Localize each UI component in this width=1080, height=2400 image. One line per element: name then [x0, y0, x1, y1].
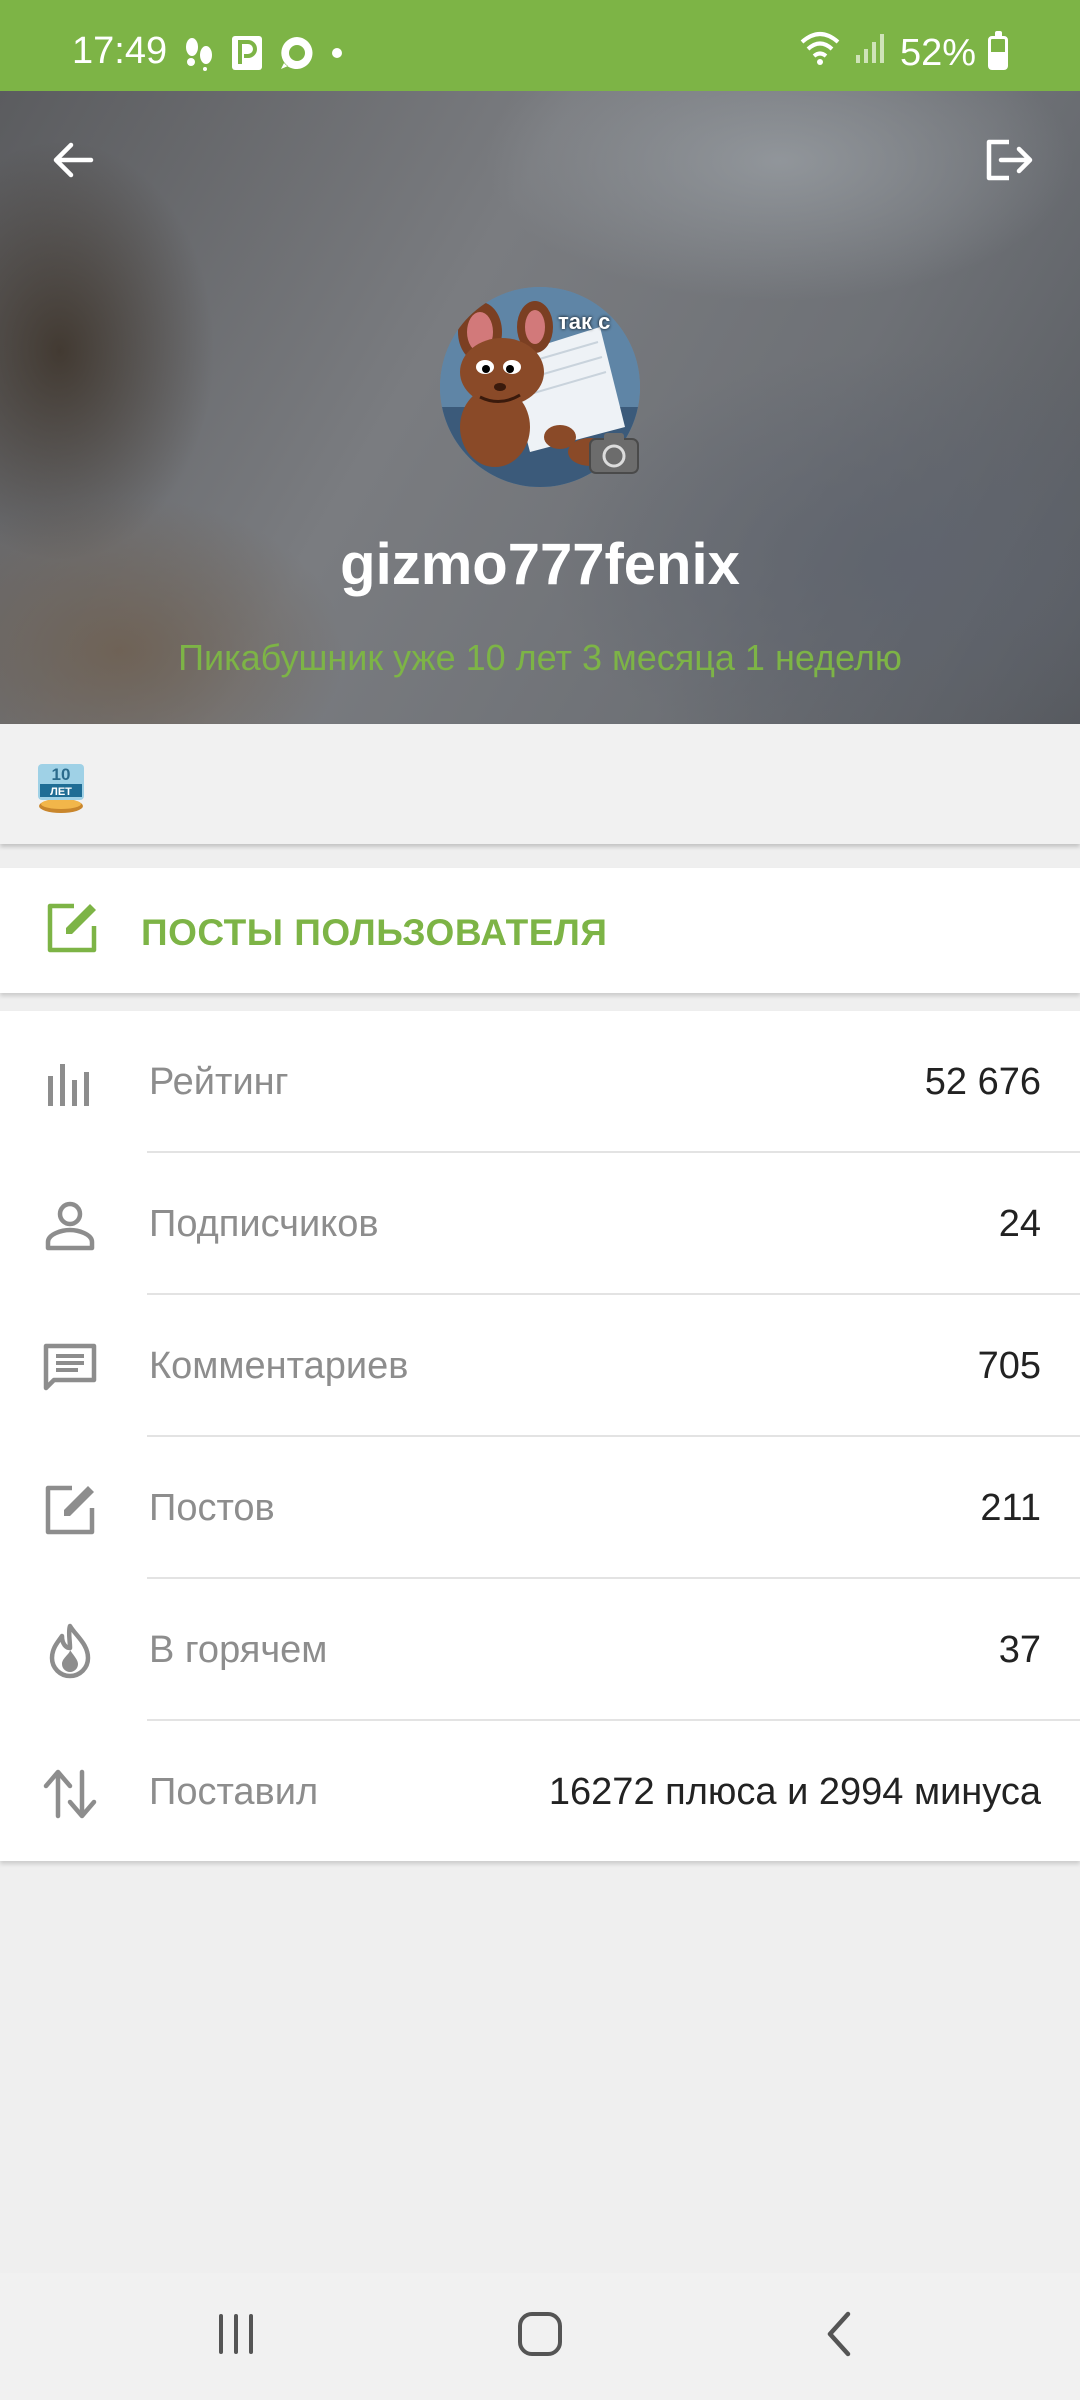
awards-bar: 10 ЛЕТ [0, 724, 1080, 844]
stat-label: Комментариев [149, 1345, 409, 1387]
award-badge-10-years[interactable]: 10 ЛЕТ [34, 754, 88, 814]
avatar-caption: так с [558, 309, 611, 334]
edit-icon [44, 900, 100, 956]
camera-icon[interactable] [588, 431, 640, 475]
logout-icon [983, 136, 1035, 189]
recents-button[interactable] [196, 2301, 276, 2371]
status-bar: 17:49 52% [0, 0, 1080, 91]
award-badge-number: 10 [52, 765, 71, 784]
system-icons: 52% [798, 30, 1008, 76]
recents-icon [213, 2312, 259, 2361]
stat-label: Подписчиков [149, 1203, 379, 1245]
person-icon [40, 1196, 100, 1256]
notification-icons [182, 34, 344, 77]
bar-chart-icon [40, 1054, 100, 1114]
stat-row-votes: Поставил 16272 плюса и 2994 минуса [0, 1721, 1080, 1863]
back-nav-button[interactable] [800, 2301, 880, 2371]
stat-row-hot: В горячем 37 [0, 1579, 1080, 1721]
stat-label: Постов [149, 1487, 275, 1529]
stat-row-subscribers: Подписчиков 24 [0, 1153, 1080, 1295]
comment-icon [40, 1338, 100, 1398]
stat-label: В горячем [149, 1629, 328, 1671]
stat-row-comments: Комментариев 705 [0, 1295, 1080, 1437]
stat-row-posts: Постов 211 [0, 1437, 1080, 1579]
home-icon [516, 2310, 564, 2363]
stat-value: 52 676 [924, 1061, 1041, 1103]
signal-icon [854, 31, 888, 75]
battery-level [991, 52, 1005, 67]
avatar-button[interactable]: так с [440, 287, 640, 487]
stat-label: Рейтинг [149, 1061, 289, 1103]
edit-icon [40, 1480, 100, 1540]
parking-icon [230, 34, 264, 77]
battery-icon [988, 31, 1008, 70]
dot-icon [330, 46, 344, 65]
stat-value: 16272 плюса и 2994 минуса [548, 1771, 1041, 1813]
stat-label: Поставил [149, 1771, 319, 1813]
status-time: 17:49 [72, 30, 168, 72]
tenure-text: Пикабушник уже 10 лет 3 месяца 1 неделю [178, 637, 902, 678]
username: gizmo777fenix [340, 532, 740, 597]
chat-bubble-icon [278, 34, 316, 77]
stat-value: 211 [980, 1487, 1041, 1529]
user-posts-label: ПОСТЫ ПОЛЬЗОВАТЕЛЯ [141, 912, 608, 953]
flame-icon [40, 1622, 100, 1682]
arrows-up-down-icon [40, 1764, 100, 1824]
stat-row-rating: Рейтинг 52 676 [0, 1011, 1080, 1153]
system-nav-bar [0, 2273, 1080, 2400]
award-badge-text: ЛЕТ [50, 786, 72, 798]
chevron-left-icon [822, 2310, 858, 2363]
battery-percent: 52% [899, 31, 976, 74]
arrow-left-icon [49, 136, 97, 189]
stat-value: 24 [998, 1203, 1041, 1245]
stat-value: 705 [977, 1345, 1041, 1387]
back-button[interactable] [38, 127, 108, 197]
logout-button[interactable] [974, 127, 1044, 197]
wifi-icon [798, 30, 842, 76]
stats-list: Рейтинг 52 676 Подписчиков 24 Комментари… [0, 1011, 1080, 1861]
stat-value: 37 [998, 1629, 1041, 1671]
user-posts-button[interactable]: ПОСТЫ ПОЛЬЗОВАТЕЛЯ [0, 868, 1080, 993]
profile-header: так с gizmo777fenix Пикабушник уже 10 ле… [0, 91, 1080, 724]
home-button[interactable] [500, 2301, 580, 2371]
steps-icon [182, 35, 216, 76]
